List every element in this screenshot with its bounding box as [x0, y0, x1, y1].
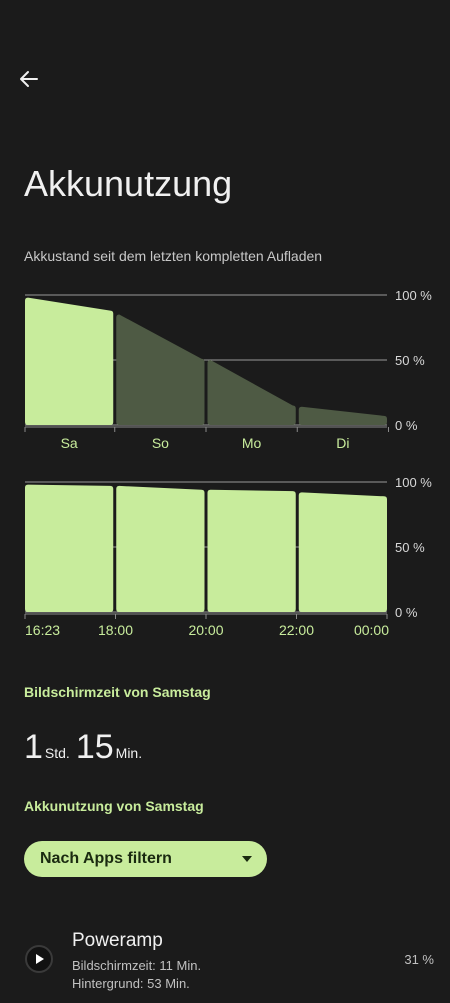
- battery-chart-hours[interactable]: 100 % 50 % 0 % 16:23 18:00 20:00 22:00 00:00: [0, 472, 450, 642]
- y-tick-label: 100 %: [395, 288, 432, 303]
- hour-bar[interactable]: [25, 484, 114, 612]
- page-title: Akkunutzung: [24, 163, 233, 204]
- x-tick-label: 22:00: [279, 622, 314, 638]
- y-tick-label: 0 %: [395, 605, 418, 620]
- arrow-back-icon: [20, 71, 38, 87]
- hour-bar[interactable]: [298, 492, 387, 612]
- hour-bar[interactable]: [116, 485, 205, 612]
- app-name: Poweramp: [72, 930, 163, 951]
- filter-apps-label: Nach Apps filtern: [40, 850, 172, 867]
- y-tick-label: 50 %: [395, 353, 425, 368]
- y-tick-label: 50 %: [395, 540, 425, 555]
- x-tick-label: So: [152, 435, 169, 451]
- day-bar[interactable]: [116, 314, 205, 426]
- app-background-time: Hintergrund: 53 Min.: [72, 976, 190, 991]
- x-tick-label: Mo: [242, 435, 262, 451]
- x-tick-label: 20:00: [188, 622, 223, 638]
- hour-bar[interactable]: [207, 489, 296, 612]
- screen-time-hours-unit: Std.: [44, 745, 70, 761]
- poweramp-app-icon: [25, 945, 53, 973]
- y-tick-label: 100 %: [395, 475, 432, 490]
- x-tick-label: Di: [336, 435, 349, 451]
- day-bar[interactable]: [207, 360, 296, 425]
- app-screen-time: Bildschirmzeit: 11 Min.: [72, 958, 202, 973]
- x-tick-label: 16:23: [25, 622, 60, 638]
- dropdown-arrow-icon: [242, 856, 252, 862]
- app-usage-percent: 31 %: [404, 952, 434, 967]
- battery-chart-days[interactable]: 100 % 50 % 0 % Sa So Mo Di: [0, 285, 450, 455]
- screen-time-minutes-unit: Min.: [115, 745, 143, 761]
- app-row-poweramp[interactable]: Poweramp Bildschirmzeit: 11 Min. Hinterg…: [0, 925, 450, 1003]
- y-tick-label: 0 %: [395, 418, 418, 433]
- screen-time-value: 1 Std. 15 Min.: [24, 728, 148, 767]
- play-icon: [36, 954, 44, 964]
- battery-usage-title: Akkunutzung von Samstag: [24, 798, 204, 814]
- day-bar[interactable]: [25, 297, 114, 425]
- screen-time-hours: 1: [24, 728, 43, 766]
- x-tick-label: Sa: [61, 435, 78, 451]
- battery-level-subtitle: Akkustand seit dem letzten kompletten Au…: [24, 248, 323, 264]
- back-button[interactable]: [14, 64, 44, 94]
- filter-apps-dropdown[interactable]: Nach Apps filtern: [24, 841, 267, 877]
- screen-time-title: Bildschirmzeit von Samstag: [24, 684, 211, 700]
- x-tick-label: 18:00: [98, 622, 133, 638]
- screen-time-minutes: 15: [75, 728, 114, 766]
- x-tick-label: 00:00: [354, 622, 389, 638]
- day-bar[interactable]: [298, 406, 387, 425]
